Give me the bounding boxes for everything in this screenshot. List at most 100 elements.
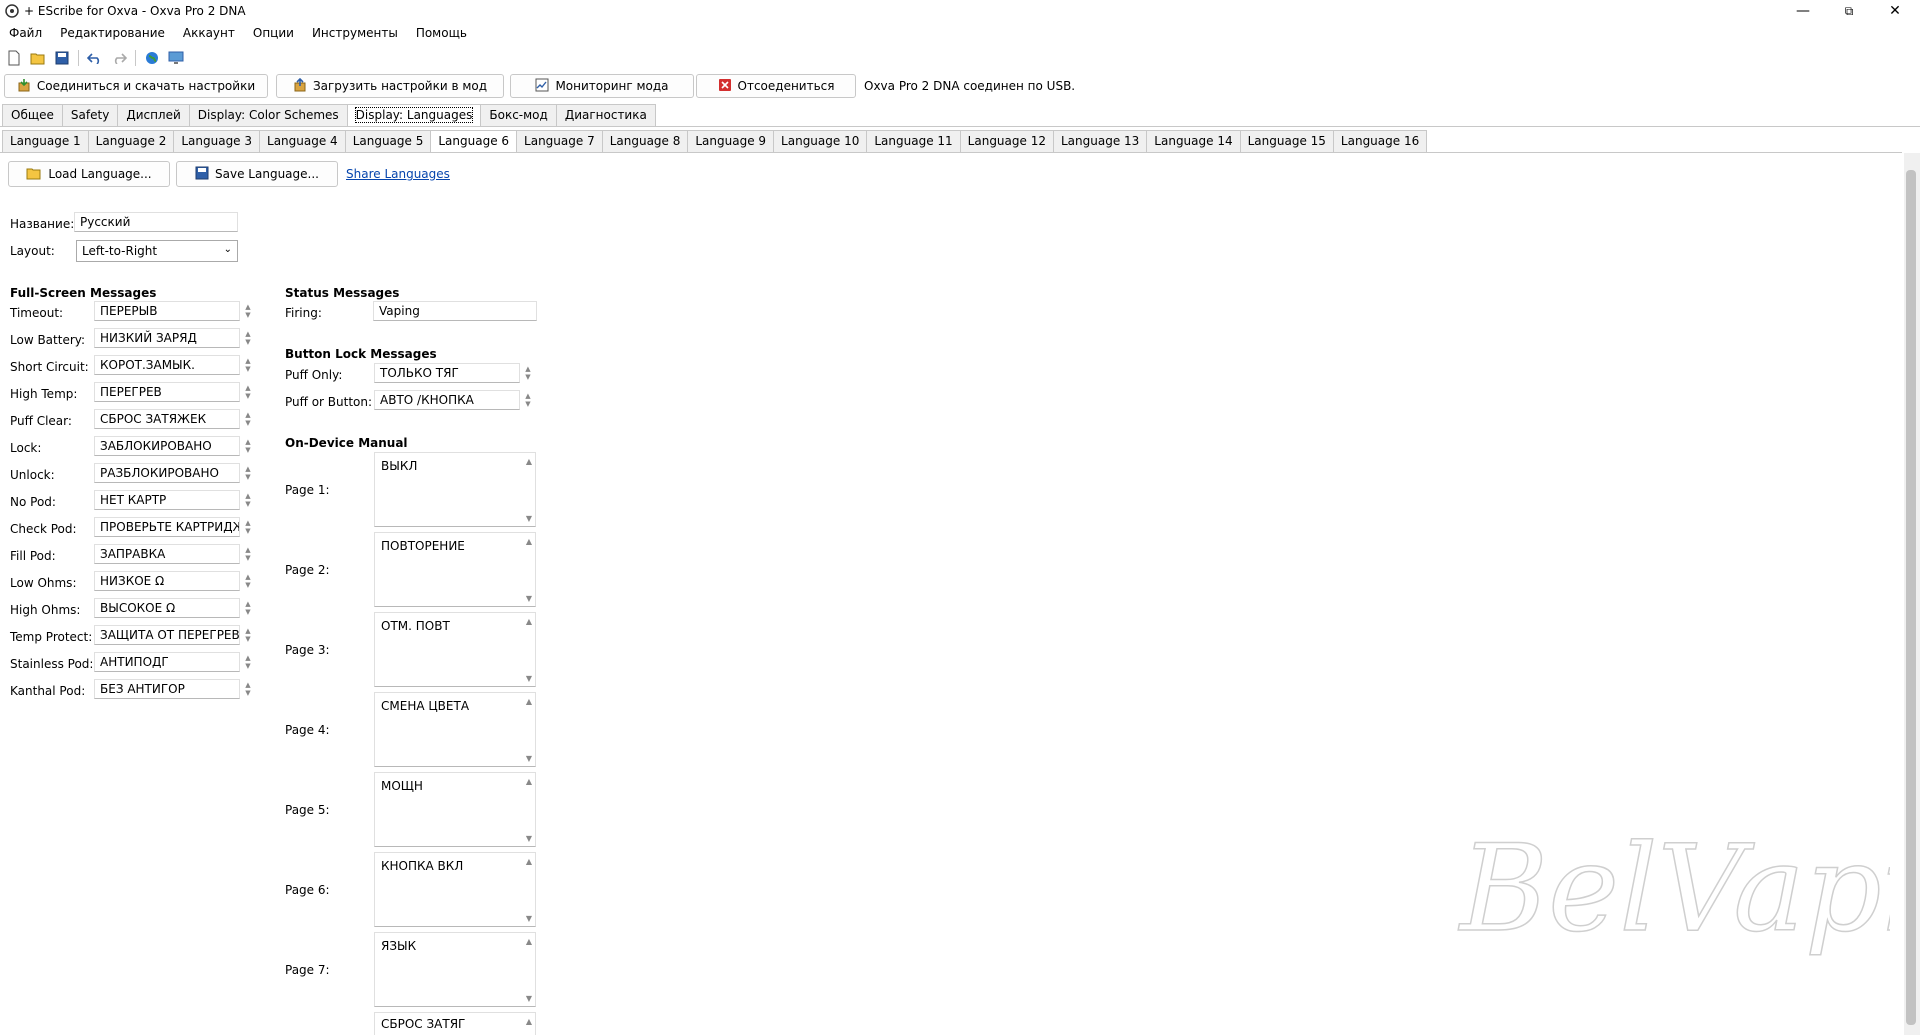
new-file-icon[interactable] [4, 48, 24, 68]
menu-tools[interactable]: Инструменты [303, 24, 407, 44]
tab-general[interactable]: Общее [2, 104, 63, 126]
tab-language-15[interactable]: Language 15 [1239, 130, 1334, 152]
lock-spinner[interactable]: ▲ ▼ [240, 436, 256, 456]
puff-only-spinner[interactable]: ▲ ▼ [520, 363, 536, 383]
menu-account[interactable]: Аккаунт [174, 24, 244, 44]
low-battery-input[interactable]: НИЗКИЙ ЗАРЯД [94, 328, 240, 348]
menu-file[interactable]: Файл [0, 24, 51, 44]
puff-or-button-spinner[interactable]: ▲ ▼ [520, 390, 536, 410]
scroll-down-icon[interactable]: ▼ [526, 914, 532, 923]
timeout-input[interactable]: ПЕРЕРЫВ [94, 301, 240, 321]
tab-language-12[interactable]: Language 12 [959, 130, 1054, 152]
page-2-textarea[interactable]: ПОВТОРЕНИЕ ▲ ▼ [374, 532, 536, 607]
tab-language-14[interactable]: Language 14 [1146, 130, 1241, 152]
page-6-textarea[interactable]: КНОПКА ВКЛ ▲ ▼ [374, 852, 536, 927]
high-ohms-input[interactable]: ВЫСОКОЕ Ω [94, 598, 240, 618]
disconnect-button[interactable]: Отсоедениться [696, 74, 856, 98]
kanthal-pod-spinner[interactable]: ▲ ▼ [240, 679, 256, 699]
high-temp-input[interactable]: ПЕРЕГРЕВ [94, 382, 240, 402]
tab-language-3[interactable]: Language 3 [173, 130, 261, 152]
temp-protect-input[interactable]: ЗАЩИТА ОТ ПЕРЕГРЕВА [94, 625, 240, 645]
scroll-up-icon[interactable]: ▲ [526, 777, 532, 786]
scroll-up-icon[interactable]: ▲ [526, 617, 532, 626]
scroll-up-icon[interactable]: ▲ [526, 857, 532, 866]
puff-only-input[interactable]: ТОЛЬКО ТЯГ [374, 363, 520, 383]
tab-language-10[interactable]: Language 10 [773, 130, 868, 152]
short-circuit-input[interactable]: КОРОТ.ЗАМЫК. [94, 355, 240, 375]
share-languages-link[interactable]: Share Languages [346, 167, 450, 181]
page-7-textarea[interactable]: ЯЗЫК ▲ ▼ [374, 932, 536, 1007]
scroll-down-icon[interactable]: ▼ [526, 594, 532, 603]
tab-display-color-schemes[interactable]: Display: Color Schemes [188, 104, 348, 126]
tab-language-5[interactable]: Language 5 [344, 130, 432, 152]
kanthal-pod-input[interactable]: БЕЗ АНТИГОР [94, 679, 240, 699]
no-pod-spinner[interactable]: ▲ ▼ [240, 490, 256, 510]
tab-language-2[interactable]: Language 2 [87, 130, 175, 152]
scrollbar-thumb[interactable] [1906, 170, 1916, 1025]
layout-select[interactable]: Left-to-Right ⌄ [76, 240, 238, 262]
short-circuit-spinner[interactable]: ▲ ▼ [240, 355, 256, 375]
unlock-spinner[interactable]: ▲ ▼ [240, 463, 256, 483]
stainless-pod-input[interactable]: АНТИПОДГ [94, 652, 240, 672]
tab-language-7[interactable]: Language 7 [516, 130, 603, 152]
timeout-spinner[interactable]: ▲ ▼ [240, 301, 256, 321]
page-1-textarea[interactable]: ВЫКЛ ▲ ▼ [374, 452, 536, 527]
redo-icon[interactable] [109, 48, 129, 68]
high-ohms-spinner[interactable]: ▲ ▼ [240, 598, 256, 618]
tab-box-mod[interactable]: Бокс-мод [480, 104, 557, 126]
no-pod-input[interactable]: НЕТ КАРТР [94, 490, 240, 510]
page-3-textarea[interactable]: ОТМ. ПОВТ ▲ ▼ [374, 612, 536, 687]
check-pod-spinner[interactable]: ▲ ▼ [240, 517, 256, 537]
scroll-down-icon[interactable]: ▼ [526, 674, 532, 683]
open-folder-icon[interactable] [28, 48, 48, 68]
menu-edit[interactable]: Редактирование [51, 24, 174, 44]
page-8-textarea[interactable]: СБРОС ЗАТЯГ ▲ [374, 1012, 536, 1035]
undo-icon[interactable] [85, 48, 105, 68]
low-ohms-spinner[interactable]: ▲ ▼ [240, 571, 256, 591]
connect-download-button[interactable]: Соединиться и скачать настройки [4, 74, 268, 98]
tab-language-11[interactable]: Language 11 [866, 130, 961, 152]
page-4-textarea[interactable]: СМЕНА ЦВЕТА ▲ ▼ [374, 692, 536, 767]
puff-clear-spinner[interactable]: ▲ ▼ [240, 409, 256, 429]
tab-language-9[interactable]: Language 9 [687, 130, 775, 152]
tab-language-6[interactable]: Language 6 [430, 130, 518, 152]
close-button[interactable]: ✕ [1872, 0, 1918, 22]
save-icon[interactable] [52, 48, 72, 68]
fill-pod-spinner[interactable]: ▲ ▼ [240, 544, 256, 564]
scroll-down-icon[interactable]: ▼ [526, 834, 532, 843]
unlock-input[interactable]: РАЗБЛОКИРОВАНО [94, 463, 240, 483]
fill-pod-input[interactable]: ЗАПРАВКА [94, 544, 240, 564]
high-temp-spinner[interactable]: ▲ ▼ [240, 382, 256, 402]
scroll-up-icon[interactable]: ▲ [526, 937, 532, 946]
page-5-textarea[interactable]: МОЩН ▲ ▼ [374, 772, 536, 847]
name-input[interactable]: Русский [74, 212, 238, 232]
temp-protect-spinner[interactable]: ▲ ▼ [240, 625, 256, 645]
tab-language-8[interactable]: Language 8 [601, 130, 689, 152]
scroll-up-icon[interactable]: ▲ [526, 457, 532, 466]
scroll-up-icon[interactable]: ▲ [526, 537, 532, 546]
low-battery-spinner[interactable]: ▲ ▼ [240, 328, 256, 348]
tab-language-1[interactable]: Language 1 [2, 130, 89, 152]
tab-display-languages[interactable]: Display: Languages [346, 104, 482, 126]
check-pod-input[interactable]: ПРОВЕРЬТЕ КАРТРИДЖ [94, 517, 240, 537]
scroll-down-icon[interactable]: ▼ [526, 994, 532, 1003]
menu-options[interactable]: Опции [244, 24, 303, 44]
load-language-button[interactable]: Load Language... [8, 161, 170, 187]
scroll-down-icon[interactable]: ▼ [526, 514, 532, 523]
upload-settings-button[interactable]: Загрузить настройки в мод [276, 74, 504, 98]
tab-display[interactable]: Дисплей [117, 104, 190, 126]
scroll-down-icon[interactable]: ▼ [526, 754, 532, 763]
save-language-button[interactable]: Save Language... [176, 161, 338, 187]
monitor-device-button[interactable]: Мониторинг мода [510, 74, 694, 98]
scroll-up-icon[interactable]: ▲ [526, 1017, 532, 1026]
puff-clear-input[interactable]: СБРОС ЗАТЯЖЕК [94, 409, 240, 429]
low-ohms-input[interactable]: НИЗКОЕ Ω [94, 571, 240, 591]
tab-language-4[interactable]: Language 4 [259, 130, 346, 152]
firing-input[interactable]: Vaping [373, 301, 537, 321]
stainless-pod-spinner[interactable]: ▲ ▼ [240, 652, 256, 672]
scroll-up-icon[interactable]: ▲ [526, 697, 532, 706]
tab-language-16[interactable]: Language 16 [1332, 130, 1428, 152]
lock-input[interactable]: ЗАБЛОКИРОВАНО [94, 436, 240, 456]
tab-language-13[interactable]: Language 13 [1052, 130, 1148, 152]
maximize-button[interactable]: ⧉ [1826, 0, 1872, 22]
